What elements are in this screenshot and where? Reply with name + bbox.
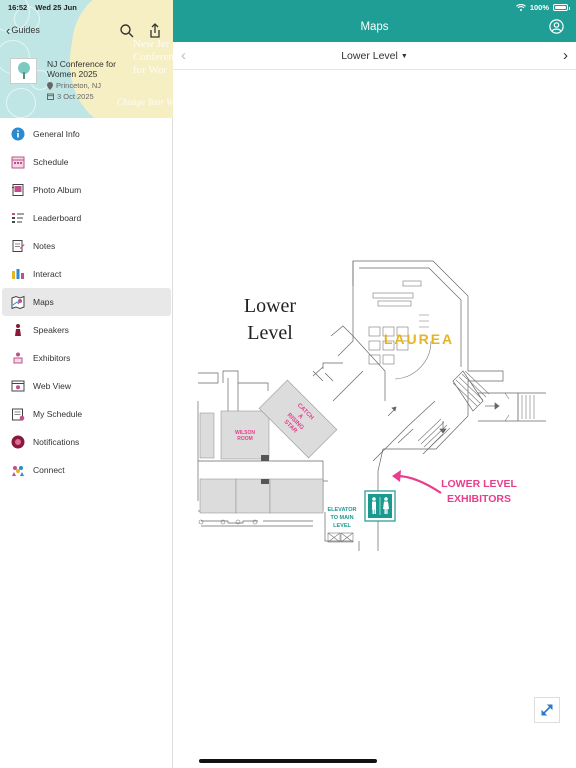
sidebar-item-label: Connect [33, 465, 65, 475]
level-dropdown-value: Lower Level [341, 50, 398, 62]
status-bar: 16:52 Wed 25 Jun 100% [0, 0, 576, 14]
connect-icon [10, 462, 26, 478]
sidebar-item-label: Web View [33, 381, 71, 391]
expand-icon [541, 704, 553, 716]
sidebar-item-general-info[interactable]: General Info [2, 120, 171, 148]
sidebar-item-label: Exhibitors [33, 353, 71, 363]
elevator-label-line3: LEVEL [333, 523, 351, 529]
sidebar-item-connect[interactable]: Connect [2, 456, 171, 484]
status-time: 16:52 [8, 3, 28, 12]
header-background-script: Change Your W [117, 97, 173, 107]
laurea-brand-label: LAUREA [384, 331, 454, 347]
event-location-text: Princeton, NJ [56, 81, 102, 90]
sidebar-item-label: Maps [33, 297, 54, 307]
share-icon[interactable] [146, 22, 164, 40]
lower-level-exhibitors-line2: EXHIBITORS [447, 493, 511, 505]
speaker-icon [10, 322, 26, 338]
back-label: Guides [11, 25, 40, 35]
tree-logo-icon [17, 62, 30, 79]
wifi-icon [515, 4, 526, 11]
status-date: Wed 25 Jun [35, 3, 77, 12]
sidebar: New Jer Conferen for Wor Change Your W ‹… [0, 0, 173, 768]
sidebar-item-exhibitors[interactable]: Exhibitors [2, 344, 171, 372]
sidebar-item-web-view[interactable]: Web View [2, 372, 171, 400]
event-date: 3 Oct 2025 [47, 92, 94, 101]
sidebar-item-notifications[interactable]: Notifications [2, 428, 171, 456]
floor-map[interactable]: Lower Level LAUREA WILSON ROOM CATCH A R… [173, 71, 576, 761]
sidebar-item-label: Speakers [33, 325, 69, 335]
calendar-icon [10, 154, 26, 170]
my-schedule-icon [10, 406, 26, 422]
leaderboard-icon [10, 210, 26, 226]
photo-album-icon [10, 182, 26, 198]
battery-icon [553, 4, 570, 11]
elevator-label-line1: ELEVATOR [327, 507, 356, 513]
sidebar-item-interact[interactable]: Interact [2, 260, 171, 288]
home-indicator[interactable] [199, 759, 377, 763]
web-view-icon [10, 378, 26, 394]
sidebar-header: New Jer Conferen for Wor Change Your W ‹… [0, 0, 173, 118]
exhibitor-icon [10, 350, 26, 366]
battery-percent: 100% [529, 3, 549, 12]
event-title: NJ Conference for Women 2025 [47, 59, 116, 79]
sidebar-item-label: Photo Album [33, 185, 82, 195]
caret-down-icon: ▼ [400, 53, 408, 60]
level-dropdown[interactable]: Lower Level ▼ [173, 50, 576, 62]
status-right: 100% [515, 3, 570, 12]
info-icon [10, 126, 26, 142]
chevron-left-icon: ‹ [6, 22, 11, 38]
wilson-room-label-line2: ROOM [237, 436, 253, 442]
sidebar-item-photo-album[interactable]: Photo Album [2, 176, 171, 204]
notification-icon [10, 434, 26, 450]
sidebar-item-label: Schedule [33, 157, 69, 167]
sidebar-item-label: General Info [33, 129, 80, 139]
sidebar-item-label: My Schedule [33, 409, 83, 419]
sidebar-item-label: Notifications [33, 437, 80, 447]
fullscreen-button[interactable] [534, 697, 560, 723]
map-title-line2: Level [247, 322, 293, 344]
location-pin-icon [47, 81, 53, 90]
sidebar-item-my-schedule[interactable]: My Schedule [2, 400, 171, 428]
map-title-line1: Lower [244, 295, 297, 317]
calendar-small-icon [47, 93, 54, 100]
sidebar-item-label: Notes [33, 241, 56, 251]
event-logo [10, 58, 37, 84]
level-selector-bar: ‹ Lower Level ▼ › [173, 42, 576, 70]
lower-level-exhibitors-line1: LOWER LEVEL [441, 478, 517, 490]
interact-icon [10, 266, 26, 282]
event-location: Princeton, NJ [47, 81, 101, 90]
header-background-text: New Jer Conferen for Wor [133, 38, 173, 76]
profile-icon[interactable] [549, 19, 564, 34]
sidebar-item-speakers[interactable]: Speakers [2, 316, 171, 344]
event-date-text: 3 Oct 2025 [57, 92, 94, 101]
page-title: Maps [360, 21, 389, 33]
sidebar-item-label: Leaderboard [33, 213, 82, 223]
search-icon[interactable] [118, 22, 136, 40]
map-icon [10, 294, 26, 310]
sidebar-item-schedule[interactable]: Schedule [2, 148, 171, 176]
sidebar-item-notes[interactable]: Notes [2, 232, 171, 260]
notes-icon [10, 238, 26, 254]
sidebar-item-label: Interact [33, 269, 62, 279]
sidebar-menu: General Info Schedule Photo Album Leader… [0, 120, 173, 484]
back-to-guides-button[interactable]: ‹ Guides [6, 22, 40, 38]
sidebar-item-maps[interactable]: Maps [2, 288, 171, 316]
elevator-label-line2: TO MAIN [330, 515, 353, 521]
sidebar-item-leaderboard[interactable]: Leaderboard [2, 204, 171, 232]
status-left: 16:52 Wed 25 Jun [8, 3, 77, 12]
next-map-button[interactable]: › [563, 47, 568, 64]
